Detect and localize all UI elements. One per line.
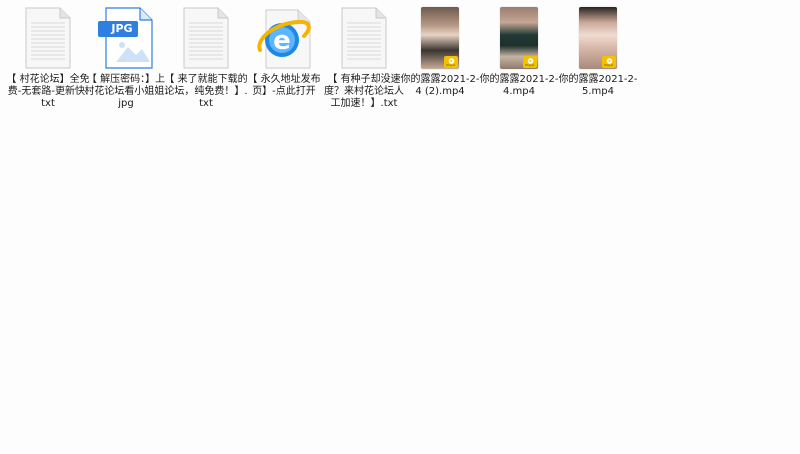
text-document-icon xyxy=(174,6,238,70)
file-item[interactable]: Player 你的露露2021-2-4 (2).mp4 xyxy=(398,6,482,98)
player-badge-icon: Player xyxy=(523,56,537,68)
file-item[interactable]: Player 你的露露2021-2-4.mp4 xyxy=(477,6,561,98)
file-item[interactable]: 【 来了就能下载的论坛，纯免费！】.txt xyxy=(164,6,248,110)
internet-explorer-icon: e xyxy=(252,6,316,70)
file-item[interactable]: Player 你的露露2021-2-5.mp4 xyxy=(556,6,640,98)
file-item[interactable]: e 【 永久地址发布页】-点此打开 xyxy=(242,6,326,98)
file-item[interactable]: JPG 【 解压密码：】上村花论坛看小姐姐.jpg xyxy=(84,6,168,110)
video-thumbnail-icon: Player xyxy=(487,6,551,70)
file-name-label: 【 永久地址发布页】-点此打开 xyxy=(247,74,321,97)
file-item[interactable]: 【 有种子却没速度？来村花论坛人工加速！】.txt xyxy=(322,6,406,110)
player-badge-text: Player xyxy=(446,62,456,67)
file-name-label: 你的露露2021-2-4 (2).mp4 xyxy=(400,74,480,97)
file-item[interactable]: 【 村花论坛】全免费-无套路-更新快.txt xyxy=(6,6,90,110)
file-explorer-view: 【 村花论坛】全免费-无套路-更新快.txt JPG 【 解压密码：】上村花论坛… xyxy=(0,0,800,454)
file-name-label: 【 解压密码：】上村花论坛看小姐姐.jpg xyxy=(84,74,168,109)
text-document-icon xyxy=(16,6,80,70)
video-thumbnail-icon: Player xyxy=(566,6,630,70)
file-name-label: 【 有种子却没速度？来村花论坛人工加速！】.txt xyxy=(324,74,404,109)
player-badge-icon: Player xyxy=(602,56,616,68)
player-badge-icon: Player xyxy=(444,56,458,68)
player-badge-text: Player xyxy=(525,62,535,67)
jpg-badge-text: JPG xyxy=(111,22,133,35)
text-document-icon xyxy=(332,6,396,70)
file-name-label: 【 村花论坛】全免费-无套路-更新快.txt xyxy=(6,74,90,109)
file-name-label: 你的露露2021-2-5.mp4 xyxy=(558,74,638,97)
video-thumbnail-icon: Player xyxy=(408,6,472,70)
svg-text:e: e xyxy=(273,26,291,56)
file-name-label: 【 来了就能下载的论坛，纯免费！】.txt xyxy=(164,74,248,109)
jpg-image-icon: JPG xyxy=(94,6,158,70)
player-badge-text: Player xyxy=(604,62,614,67)
file-name-label: 你的露露2021-2-4.mp4 xyxy=(479,74,559,97)
